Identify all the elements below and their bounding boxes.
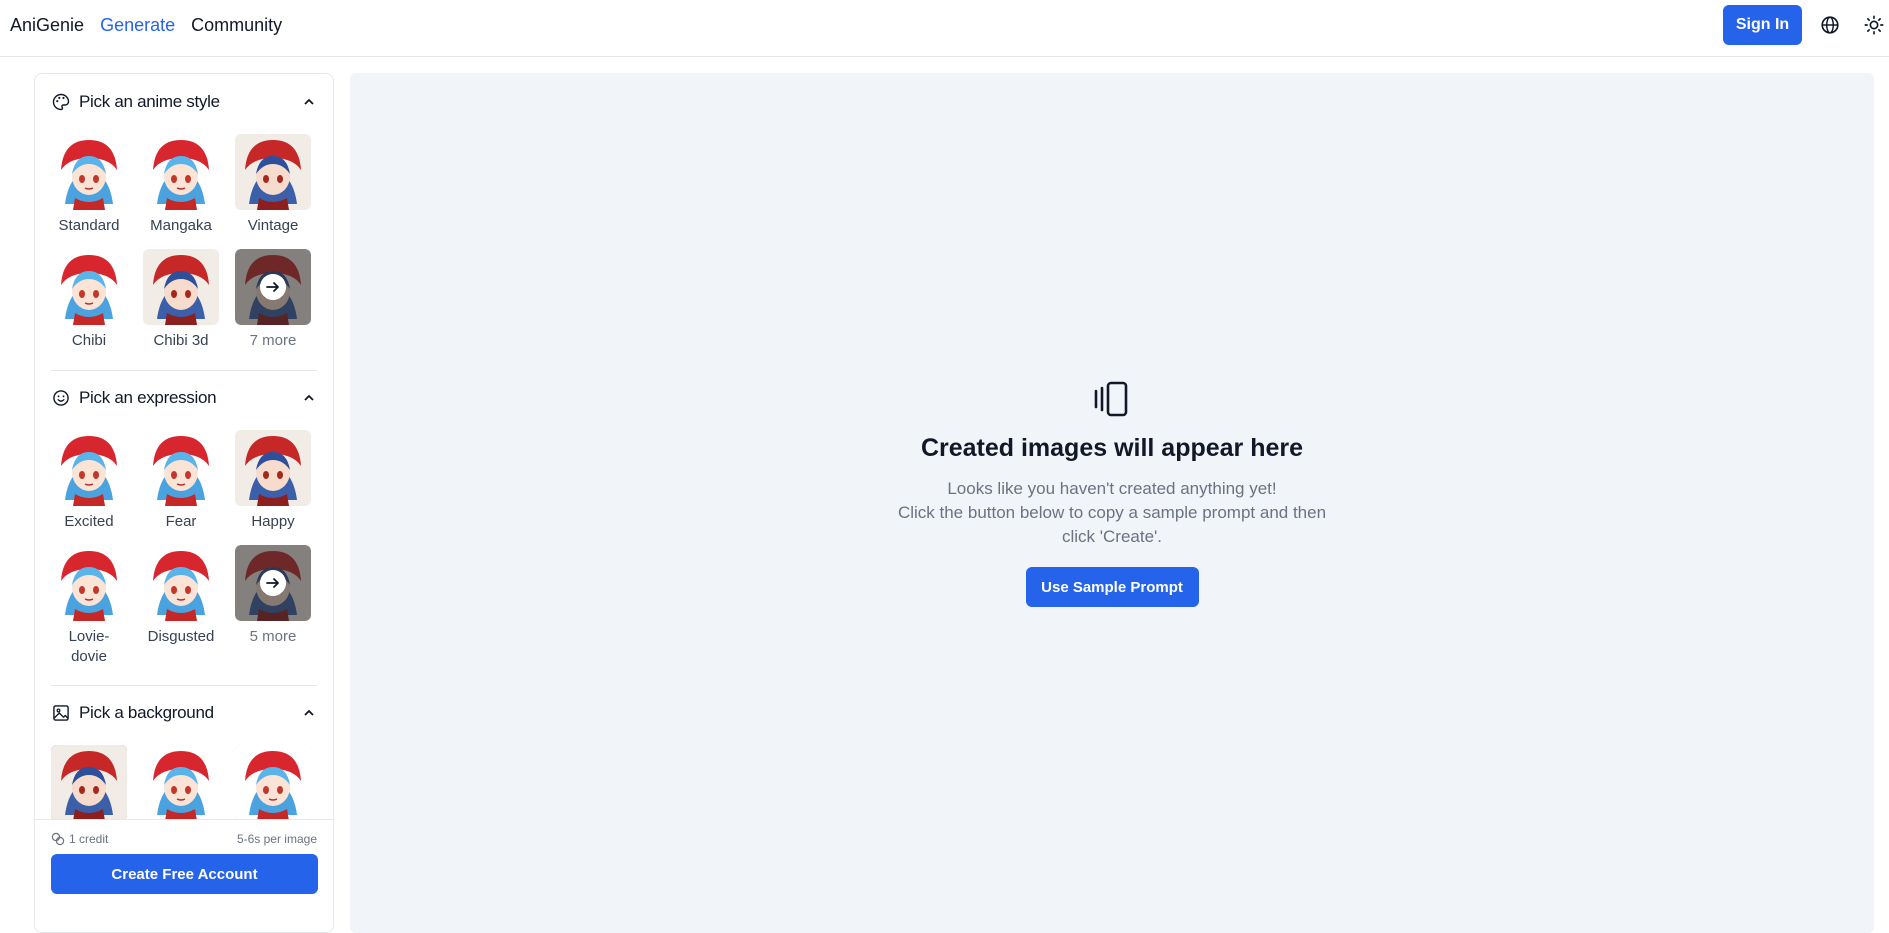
background-tile-pop[interactable] [235,745,311,821]
chevron-up-icon[interactable] [301,705,317,721]
style-label: Chibi [71,332,107,349]
expression-section-header[interactable]: Pick an expression [51,386,317,410]
style-section-header[interactable]: Pick an anime style [51,90,317,114]
expression-thumb [235,545,311,621]
globe-icon[interactable] [1819,14,1841,36]
background-thumb [235,745,311,821]
style-label: Mangaka [150,217,212,234]
gallery-stack-icon [1094,381,1128,417]
expression-label: Lovie-dovie [68,628,110,665]
background-tile-blossom[interactable] [143,745,219,821]
style-label: Vintage [247,217,299,234]
expression-tile-fear[interactable]: Fear [143,430,219,532]
nav-generate[interactable]: Generate [100,14,175,36]
style-tile-mangaka[interactable]: Mangaka [143,134,219,236]
expression-thumb [51,545,127,621]
style-label: Standard [58,217,120,234]
empty-title: Created images will appear here [920,434,1304,462]
expression-tile-disgusted[interactable]: Disgusted [143,545,219,647]
style-thumb [51,134,127,210]
background-thumb [51,745,127,821]
image-icon [53,705,69,721]
options-sidebar: Pick an anime style Standard Mangaka Vin… [34,73,334,933]
expression-thumb [143,545,219,621]
style-tile-vintage[interactable]: Vintage [235,134,311,236]
expression-label: Happy [251,513,295,530]
section-divider [51,370,317,371]
nav-community[interactable]: Community [191,14,282,36]
speed-text: 5-6s per image [236,832,317,846]
expression-tile-excited[interactable]: Excited [51,430,127,532]
sidebar-footer: 1 credit 5-6s per image Create Free Acco… [35,819,333,932]
empty-line-1: Looks like you haven't created anything … [947,479,1277,498]
expression-thumb [51,430,127,506]
style-section-title: Pick an anime style [79,92,220,111]
create-free-account-button[interactable]: Create Free Account [51,854,318,894]
empty-state: Created images will appear here Looks li… [350,379,1874,607]
background-thumb [143,745,219,821]
style-tile-more[interactable]: 7 more [235,249,311,351]
expression-tile-lovie-dovie[interactable]: Lovie-dovie [51,545,127,667]
style-more-label: 7 more [249,332,297,349]
credit-info: 1 credit [51,832,108,846]
background-section-header[interactable]: Pick a background [51,701,317,725]
style-thumb [143,134,219,210]
background-section-title: Pick a background [79,703,214,722]
expression-label: Fear [165,513,197,530]
empty-description: Looks like you haven't created anything … [892,477,1332,549]
results-area: Created images will appear here Looks li… [350,73,1874,933]
arrow-right-icon [260,570,286,596]
expression-thumb [235,430,311,506]
expression-tile-more[interactable]: 5 more [235,545,311,647]
section-divider [51,685,317,686]
style-label: Chibi 3d [153,332,209,349]
brand-link[interactable]: AniGenie [10,14,84,36]
style-thumb [235,134,311,210]
sun-icon[interactable] [1863,14,1885,36]
empty-line-2: Click the button below to copy a sample … [897,503,1327,546]
style-tile-chibi[interactable]: Chibi [51,249,127,351]
chevron-up-icon[interactable] [301,94,317,110]
main-nav: AniGenie Generate Community [10,14,282,36]
top-header: AniGenie Generate Community Sign In [0,0,1889,57]
coins-icon [51,832,65,846]
background-tile-city[interactable] [51,745,127,821]
credit-text: 1 credit [69,832,109,846]
style-thumb [51,249,127,325]
arrow-right-icon [260,274,286,300]
expression-label: Disgusted [147,628,215,645]
style-thumb [235,249,311,325]
expression-label: Excited [64,513,114,530]
smiley-icon [53,390,69,406]
sign-in-button[interactable]: Sign In [1723,5,1802,45]
palette-icon [52,93,70,111]
expression-tile-happy[interactable]: Happy [235,430,311,532]
expression-more-label: 5 more [249,628,297,645]
style-thumb [143,249,219,325]
style-tile-chibi-3d[interactable]: Chibi 3d [143,249,219,351]
use-sample-prompt-button[interactable]: Use Sample Prompt [1025,567,1199,607]
expression-thumb [143,430,219,506]
chevron-up-icon[interactable] [301,390,317,406]
style-tile-standard[interactable]: Standard [51,134,127,236]
expression-section-title: Pick an expression [79,388,217,407]
